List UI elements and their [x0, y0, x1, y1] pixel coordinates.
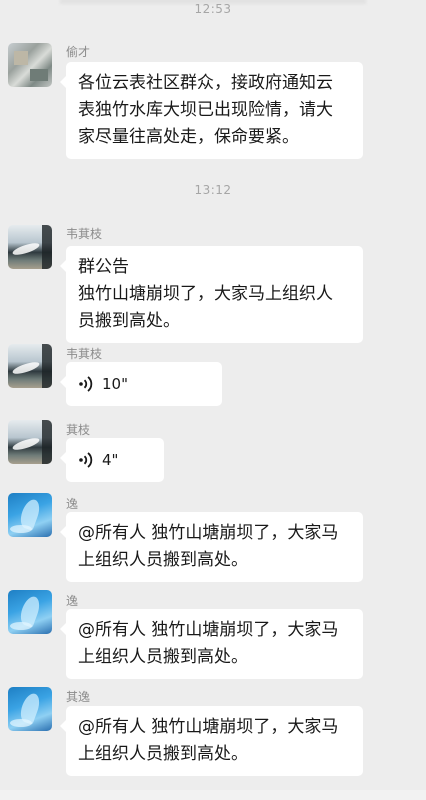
voice-message-bubble[interactable]: 10" [60, 362, 222, 406]
sender-name: 逸 [66, 497, 79, 511]
timestamp: 12:53 [194, 2, 232, 16]
voice-wave-icon [79, 376, 93, 392]
avatar[interactable] [8, 687, 52, 731]
announcement-bubble[interactable]: 群公告 独竹山塘崩坝了，大家马上组织人 员搬到高处。 [60, 246, 363, 343]
voice-message-bubble[interactable]: 4" [60, 438, 164, 482]
sender-name: 其逸 [66, 690, 91, 704]
message-bubble[interactable]: @所有人 独竹山塘崩坝了，大家马 上组织人员搬到高处。 [60, 706, 363, 776]
avatar[interactable] [8, 493, 52, 537]
sender-name: 韦萁枝 [66, 347, 103, 361]
message-bubble[interactable]: 各位云表社区群众，接政府通知云 表独竹水库大坝已出现险情，请大 家尽量往高处走，… [60, 62, 363, 159]
avatar[interactable] [8, 344, 52, 388]
voice-duration: 10" [102, 374, 128, 393]
sender-name: 韦萁枝 [66, 227, 103, 241]
avatar[interactable] [8, 420, 52, 464]
sender-name: 偷才 [66, 45, 91, 59]
avatar[interactable] [8, 590, 52, 634]
input-bar-edge [0, 790, 426, 800]
sender-name: 逸 [66, 594, 79, 608]
message-bubble[interactable]: @所有人 独竹山塘崩坝了，大家马 上组织人员搬到高处。 [60, 609, 363, 679]
message-bubble[interactable]: @所有人 独竹山塘崩坝了，大家马 上组织人员搬到高处。 [60, 512, 363, 582]
avatar[interactable] [8, 225, 52, 269]
voice-duration: 4" [102, 450, 119, 469]
timestamp: 13:12 [194, 183, 232, 197]
avatar[interactable] [8, 43, 52, 87]
sender-name: 萁枝 [66, 423, 91, 437]
voice-wave-icon [79, 452, 93, 468]
